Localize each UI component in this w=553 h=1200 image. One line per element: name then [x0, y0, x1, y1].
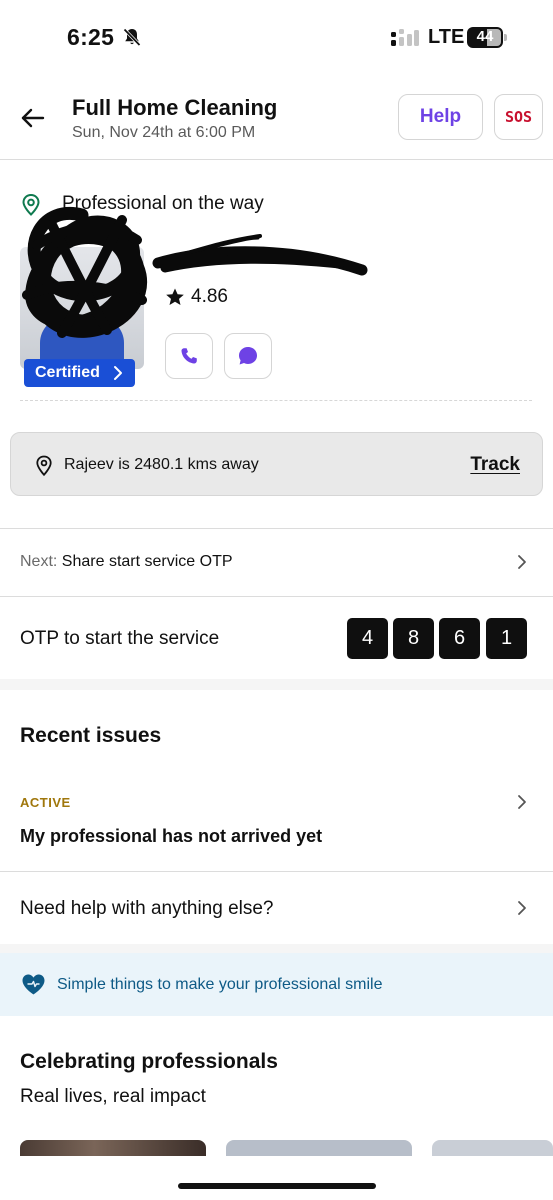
help-button[interactable]: Help — [398, 94, 483, 140]
need-help-text: Need help with anything else? — [20, 898, 274, 919]
otp-digit: 8 — [393, 618, 434, 659]
certified-label: Certified — [35, 364, 100, 381]
smile-banner[interactable]: Simple things to make your professional … — [0, 953, 553, 1016]
heart-icon — [22, 974, 45, 995]
otp-digit: 6 — [439, 618, 480, 659]
battery-level: 44 — [476, 28, 494, 45]
distance-card: Rajeev is 2480.1 kms away Track — [10, 432, 543, 496]
section-divider — [20, 400, 532, 401]
issue-status: ACTIVE — [20, 795, 71, 810]
chevron-right-icon — [518, 795, 526, 809]
home-indicator — [178, 1183, 376, 1189]
location-pin-icon — [36, 455, 52, 477]
next-step-prefix: Next: — [20, 553, 58, 570]
next-step-label: Share start service OTP — [61, 553, 233, 570]
status-bar: 6:25 LTE 44 — [0, 0, 553, 76]
chat-professional-button[interactable] — [224, 333, 272, 379]
next-step-row[interactable]: Next: Share start service OTP — [0, 529, 553, 595]
otp-digit: 1 — [486, 618, 527, 659]
smile-banner-text: Simple things to make your professional … — [57, 976, 383, 993]
otp-label: OTP to start the service — [20, 628, 220, 649]
chevron-right-icon — [518, 555, 526, 569]
back-arrow-icon[interactable] — [18, 104, 48, 132]
booking-datetime: Sun, Nov 24th at 6:00 PM — [72, 124, 256, 141]
otp-digit: 4 — [347, 618, 388, 659]
distance-text: Rajeev is 2480.1 kms away — [64, 456, 259, 473]
rating-value: 4.86 — [191, 286, 228, 307]
celebrating-subtitle: Real lives, real impact — [20, 1086, 206, 1107]
network-label: LTE — [428, 26, 465, 48]
bell-slash-icon — [123, 28, 141, 47]
bottom-area — [0, 1156, 553, 1200]
redaction-scribble — [22, 207, 147, 338]
sos-button[interactable]: SOS — [494, 94, 543, 140]
chat-icon — [239, 347, 257, 365]
next-step-text: Next: Share start service OTP — [20, 553, 233, 571]
recent-issues-title: Recent issues — [20, 724, 162, 747]
call-professional-button[interactable] — [165, 333, 213, 379]
celebrating-title: Celebrating professionals — [20, 1050, 278, 1073]
issue-item[interactable]: ACTIVE My professional has not arrived y… — [0, 780, 553, 870]
status-time: 6:25 — [67, 24, 115, 50]
chevron-right-icon — [114, 366, 122, 380]
page-title: Full Home Cleaning — [72, 95, 278, 120]
chevron-right-icon — [518, 901, 526, 915]
signal-icon — [391, 29, 419, 46]
battery-indicator: 44 — [467, 27, 507, 48]
star-icon — [166, 288, 184, 305]
professional-name-redacted — [152, 234, 368, 276]
section-gap — [0, 944, 553, 953]
track-link[interactable]: Track — [470, 454, 520, 476]
issue-title: My professional has not arrived yet — [20, 826, 323, 846]
phone-icon — [181, 348, 197, 364]
otp-row: OTP to start the service 4 8 6 1 — [0, 597, 553, 679]
professional-rating: 4.86 — [165, 286, 228, 308]
section-gap — [0, 679, 553, 690]
certified-badge[interactable]: Certified — [24, 359, 135, 387]
header: Full Home Cleaning Sun, Nov 24th at 6:00… — [0, 76, 553, 160]
need-help-row[interactable]: Need help with anything else? — [0, 872, 553, 944]
